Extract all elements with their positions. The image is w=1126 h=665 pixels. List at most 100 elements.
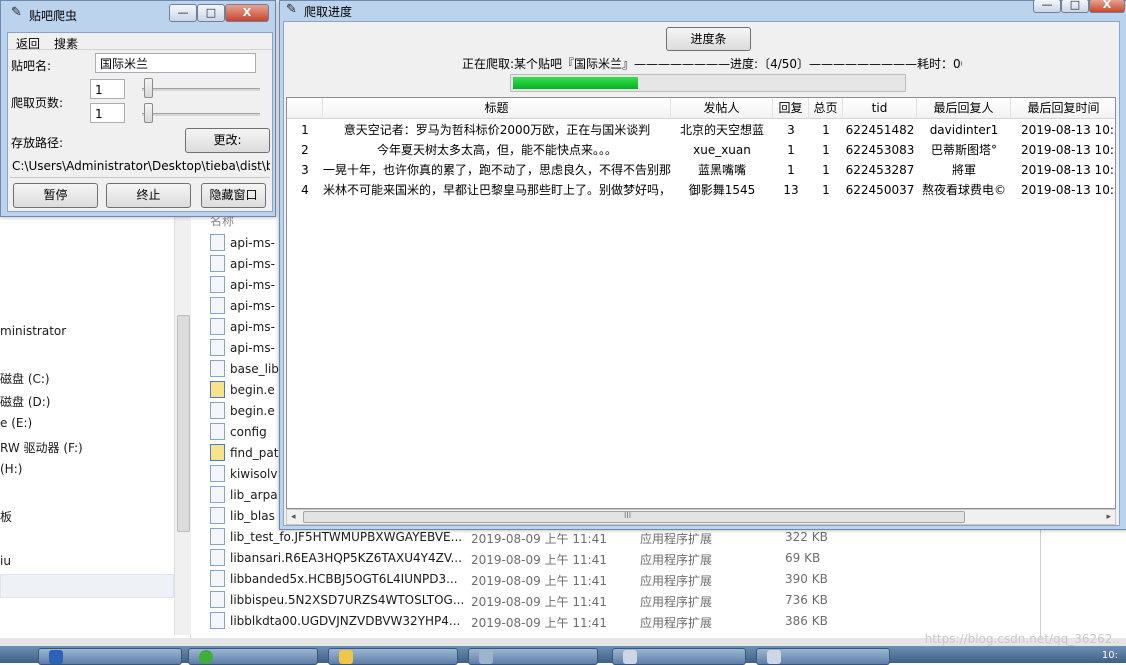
progress-minimize-button[interactable]: —	[1033, 0, 1061, 13]
taskbar-item-5[interactable]	[612, 648, 746, 665]
nav-item-drive-f[interactable]: RW 驱动器 (F:)	[0, 439, 83, 456]
tieba-name-input[interactable]: 国际米兰	[95, 53, 256, 73]
table-cell: 3	[787, 123, 795, 137]
table-cell: 1	[787, 163, 795, 177]
hide-window-button[interactable]: 隐藏窗口	[201, 183, 266, 208]
table-cell: 1	[301, 123, 309, 137]
nav-item-drive-h[interactable]: (H:)	[0, 462, 22, 476]
table-cell: 熬夜看球费电©	[921, 183, 1006, 197]
table-cell: 622453287	[845, 163, 915, 177]
taskbar-item-1[interactable]	[38, 648, 182, 665]
nav-item-board[interactable]: 板	[0, 508, 12, 525]
nav-selected-item[interactable]	[0, 574, 174, 598]
taskbar-item-4[interactable]	[468, 648, 598, 665]
scroll-right-arrow-icon[interactable]: ▸	[1106, 510, 1111, 524]
file-name: api-ms-	[230, 319, 275, 334]
file-row[interactable]: config	[210, 423, 267, 443]
scrollbar-thumb[interactable]: III	[303, 511, 965, 523]
column-header-7[interactable]: 最后回复时间	[1011, 98, 1115, 119]
minimize-button[interactable]: —	[169, 4, 197, 22]
python-file-icon	[210, 444, 225, 461]
file-row[interactable]: begin.e	[210, 381, 275, 401]
file-row[interactable]: api-ms-	[210, 255, 275, 275]
nav-item-user[interactable]: ministrator	[0, 324, 66, 338]
file-row[interactable]: libbispeu.5N2XSD7URZS4WTOSLTOG... 2019-08…	[210, 591, 828, 611]
table-cell: 1	[822, 123, 830, 137]
column-header-3[interactable]: 回复	[773, 98, 809, 119]
progress-close-button[interactable]: X	[1089, 0, 1125, 13]
maximize-button[interactable]: □	[197, 4, 225, 22]
column-header-0[interactable]	[287, 98, 323, 119]
table-cell: 米林不可能来国米的，早都让巴黎皇马那些盯上了。别做梦好吗，	[323, 183, 671, 197]
save-path-value: C:\Users\Administrator\Desktop\tieba\dis…	[12, 159, 270, 173]
file-row[interactable]: libansari.R6EA3HQP5KZ6TAXU4Y4ZV... 2019-0…	[210, 549, 820, 569]
pages-end-slider-track[interactable]	[142, 113, 260, 116]
file-name: lib_blas	[230, 508, 275, 523]
table-horizontal-scrollbar[interactable]: ◂ III ▸	[286, 509, 1116, 525]
pages-start-input[interactable]: 1	[90, 79, 125, 99]
pages-end-input[interactable]: 1	[90, 103, 125, 123]
file-name: libbanded5x.HCBBJ5OGT6L4IUNPD3...	[230, 571, 458, 586]
file-row[interactable]: find_pat	[210, 444, 278, 464]
file-date: 2019-08-09 上午 11:41	[471, 574, 607, 588]
column-header-6[interactable]: 最后回复人	[917, 98, 1011, 119]
taskbar-item-6[interactable]	[756, 648, 890, 665]
file-icon	[210, 339, 225, 356]
taskbar-item-2[interactable]	[188, 648, 318, 665]
column-header-5[interactable]: tid	[843, 98, 917, 119]
pages-start-slider-thumb[interactable]	[144, 78, 153, 98]
file-row[interactable]: begin.e	[210, 402, 275, 422]
file-row[interactable]: api-ms-	[210, 276, 275, 296]
pages-start-slider-track[interactable]	[142, 88, 260, 91]
nav-item-iu[interactable]: iu	[0, 554, 11, 568]
file-date: 2019-08-09 上午 11:41	[471, 616, 607, 630]
nav-item-drive-e[interactable]: e (E:)	[0, 416, 32, 430]
table-row[interactable]: 2 今年夏天树太多太高，但，能不能快点来。。。 xue_xuan 1 1 62245308…	[287, 140, 1115, 160]
column-header-4[interactable]: 总页	[809, 98, 843, 119]
nav-item-drive-d[interactable]: 磁盘 (D:)	[0, 393, 50, 410]
file-icon	[210, 465, 225, 482]
tray-clock[interactable]: 10:	[1102, 650, 1118, 661]
file-icon	[210, 297, 225, 314]
file-row[interactable]: api-ms-	[210, 234, 275, 254]
file-size: 69 KB	[785, 551, 821, 565]
table-cell: 意天空记者：罗马为哲科标价2000万欧，正在与国米谈判	[343, 123, 651, 137]
taskbar-item-3[interactable]	[328, 648, 458, 665]
table-row[interactable]: 4 米林不可能来国米的，早都让巴黎皇马那些盯上了。别做梦好吗， 御影舞1545 13 1…	[287, 180, 1115, 200]
file-row[interactable]: api-ms-	[210, 297, 275, 317]
table-row[interactable]: 3 一晃十年，也许你真的累了，跑不动了，思虑良久，不得不告别那 蓝黑嘴嘴 1 1 6224…	[287, 160, 1115, 180]
change-path-button[interactable]: 更改:	[185, 128, 270, 153]
file-row[interactable]: libbanded5x.HCBBJ5OGT6L4IUNPD3... 2019-08…	[210, 570, 828, 590]
stop-button[interactable]: 终止	[106, 183, 191, 208]
file-row[interactable]: api-ms-	[210, 318, 275, 338]
column-header-2[interactable]: 发帖人	[671, 98, 773, 119]
pages-end-slider-thumb[interactable]	[144, 103, 153, 123]
file-icon	[210, 402, 225, 419]
file-row[interactable]: base_lib	[210, 360, 279, 380]
file-row[interactable]: api-ms-	[210, 339, 275, 359]
nav-item-drive-c[interactable]: 磁盘 (C:)	[0, 370, 50, 387]
table-cell: 2019-08-13 10:37	[1021, 163, 1115, 177]
window-title: 贴吧爬虫	[29, 9, 78, 23]
file-row[interactable]: lib_test_fo.JF5HTWMUPBXWGAYEBVE... 2019-0…	[210, 528, 828, 548]
menu-divider	[8, 49, 272, 50]
progress-bar-button[interactable]: 进度条	[666, 27, 751, 51]
scroll-left-arrow-icon[interactable]: ◂	[291, 510, 296, 524]
close-button[interactable]: X	[225, 4, 269, 22]
file-row[interactable]: kiwisolv	[210, 465, 277, 485]
table-cell: 1	[822, 163, 830, 177]
file-row[interactable]: lib_arpa	[210, 486, 278, 506]
file-row[interactable]: libblkdta00.UGDVJNZVDBVW32YHP4... 2019-08…	[210, 612, 828, 632]
progress-maximize-button[interactable]: □	[1061, 0, 1089, 13]
nav-scrollbar[interactable]	[174, 200, 191, 635]
table-cell: 2019-08-13 10:35	[1021, 123, 1115, 137]
column-header-1[interactable]: 标题	[323, 98, 671, 119]
pause-button[interactable]: 暂停	[13, 183, 98, 208]
file-icon	[210, 570, 225, 587]
file-row[interactable]: lib_blas	[210, 507, 275, 527]
table-cell: 蓝黑嘴嘴	[697, 163, 746, 177]
nav-scrollbar-thumb[interactable]	[177, 315, 190, 532]
file-type: 应用程序扩展	[640, 595, 713, 609]
table-row[interactable]: 1 意天空记者：罗马为哲科标价2000万欧，正在与国米谈判 北京的天空想蓝 3 1 622…	[287, 120, 1115, 140]
file-type: 应用程序扩展	[640, 532, 713, 546]
